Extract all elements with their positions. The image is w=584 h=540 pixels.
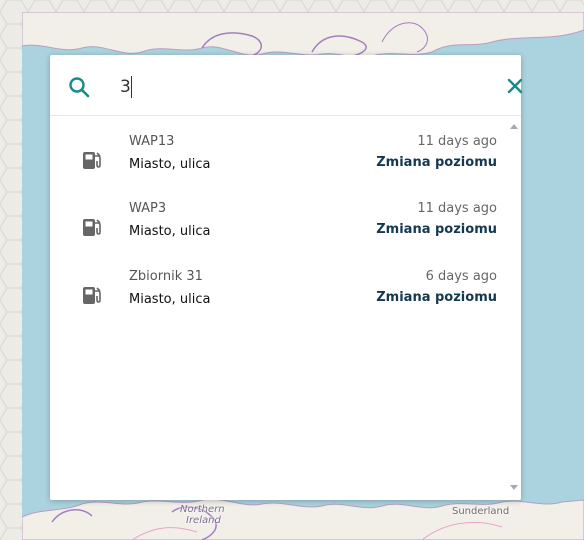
result-address: Miasto, ulica [129,224,211,239]
scroll-down-arrow-icon[interactable] [510,485,518,490]
result-name: Zbiornik 31 [129,269,203,284]
result-address: Miasto, ulica [129,292,211,307]
map-label-sunderland: Sunderland [452,506,510,517]
scroll-up-arrow-icon[interactable] [510,124,518,129]
result-time: 11 days ago [417,201,497,216]
map-label-northern-ireland-line2: Ireland [186,515,221,526]
search-results-list: WAP13 Miasto, ulica 11 days ago Zmiana p… [50,116,521,500]
map-label-northern-ireland-line1: Northern [180,504,225,515]
result-name: WAP3 [129,201,167,216]
search-result-item[interactable]: Zbiornik 31 Miasto, ulica 6 days ago Zmi… [50,266,500,330]
result-time: 11 days ago [417,134,497,149]
fuel-pump-icon [82,215,104,239]
search-icon [68,76,90,98]
search-input[interactable] [120,74,480,100]
text-caret [131,76,132,98]
search-result-item[interactable]: WAP3 Miasto, ulica 11 days ago Zmiana po… [50,198,500,262]
close-button[interactable] [504,75,526,97]
fuel-pump-icon [82,283,104,307]
result-event: Zmiana poziomu [376,290,497,305]
result-address: Miasto, ulica [129,157,211,172]
fuel-pump-icon [82,148,104,172]
result-time: 6 days ago [425,269,497,284]
search-result-item[interactable]: WAP13 Miasto, ulica 11 days ago Zmiana p… [50,131,500,195]
result-event: Zmiana poziomu [376,155,497,170]
map-label-northern-ireland: Northern Ireland [180,504,225,526]
result-event: Zmiana poziomu [376,222,497,237]
search-bar [50,55,523,116]
close-icon [507,78,523,94]
search-panel: WAP13 Miasto, ulica 11 days ago Zmiana p… [50,55,523,500]
result-name: WAP13 [129,134,175,149]
results-scrollbar[interactable] [506,116,521,500]
